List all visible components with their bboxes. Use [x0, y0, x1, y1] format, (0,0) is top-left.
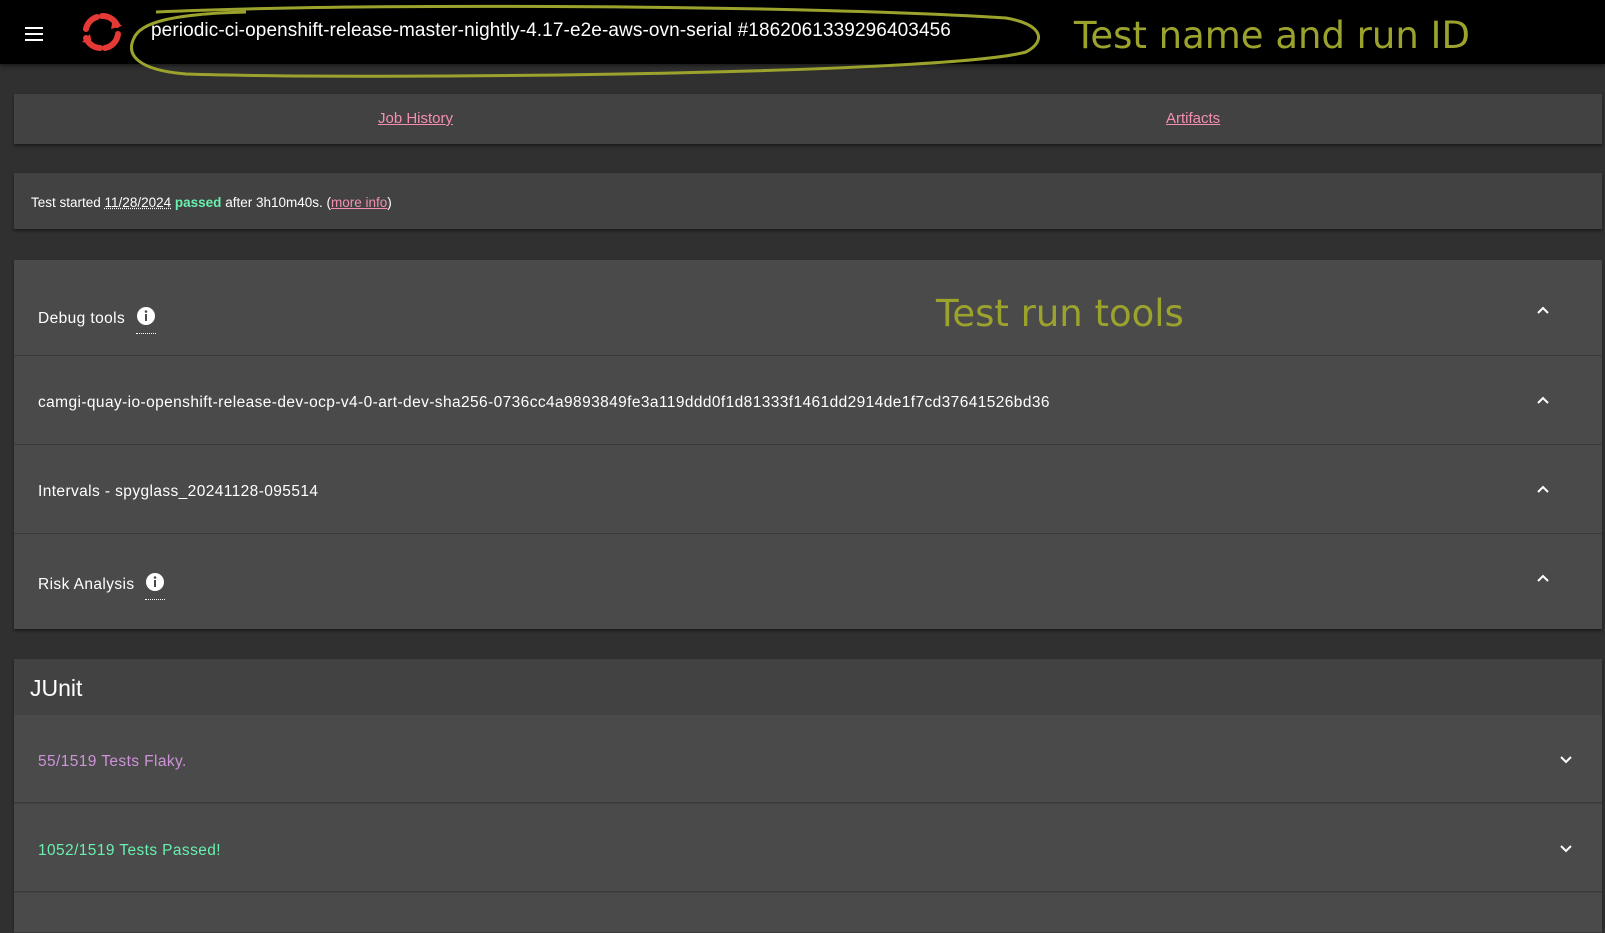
- junit-flaky-row[interactable]: 55/1519 Tests Flaky.: [14, 715, 1602, 803]
- junit-passed-row[interactable]: 1052/1519 Tests Passed!: [14, 804, 1602, 892]
- status-duration: after 3h10m40s. (: [225, 195, 331, 210]
- junit-title: JUnit: [30, 675, 83, 701]
- app-bar: periodic-ci-openshift-release-master-nig…: [0, 0, 1605, 64]
- status-prefix: Test started: [31, 195, 101, 210]
- more-info-link[interactable]: more info: [331, 195, 387, 210]
- chevron-up-icon[interactable]: [1535, 570, 1551, 586]
- risk-analysis-label: Risk Analysis: [38, 576, 135, 593]
- job-title: periodic-ci-openshift-release-master-nig…: [151, 20, 951, 41]
- menu-icon[interactable]: [22, 22, 46, 46]
- passed-summary: 1052/1519 Tests Passed!: [38, 842, 221, 859]
- job-links-bar: Job History Artifacts: [14, 94, 1602, 144]
- status-result: passed: [174, 195, 222, 210]
- openshift-ci-logo[interactable]: [80, 12, 124, 52]
- status-suffix: ): [387, 195, 392, 210]
- test-status-bar: Test started 11/28/2024 passed after 3h1…: [14, 173, 1602, 229]
- chevron-up-icon[interactable]: [1535, 392, 1551, 408]
- job-history-link[interactable]: Job History: [378, 110, 453, 127]
- annotation-label-title: Test name and run ID: [1074, 14, 1470, 57]
- chevron-down-icon[interactable]: [1558, 840, 1574, 856]
- chevron-down-icon[interactable]: [1558, 751, 1574, 767]
- camgi-label: camgi-quay-io-openshift-release-dev-ocp-…: [38, 394, 1050, 411]
- accordion-intervals[interactable]: Intervals - spyglass_20241128-095514: [14, 445, 1602, 534]
- flaky-summary: 55/1519 Tests Flaky.: [38, 753, 187, 770]
- chevron-up-icon[interactable]: [1535, 481, 1551, 497]
- artifacts-link[interactable]: Artifacts: [1166, 110, 1220, 127]
- test-run-tools: Debug tools camgi-quay-io-openshift-rele…: [14, 260, 1602, 629]
- info-icon[interactable]: [135, 306, 156, 334]
- accordion-risk-analysis[interactable]: Risk Analysis: [14, 534, 1602, 629]
- junit-section: JUnit 55/1519 Tests Flaky. 1052/1519 Tes…: [14, 659, 1602, 933]
- info-icon[interactable]: [145, 572, 166, 600]
- junit-next-row[interactable]: [14, 893, 1602, 933]
- debug-tools-label: Debug tools: [38, 310, 126, 327]
- accordion-debug-tools[interactable]: Debug tools: [14, 260, 1602, 356]
- accordion-camgi[interactable]: camgi-quay-io-openshift-release-dev-ocp-…: [14, 356, 1602, 445]
- status-date: 11/28/2024: [104, 195, 172, 210]
- intervals-label: Intervals - spyglass_20241128-095514: [38, 483, 319, 500]
- chevron-up-icon[interactable]: [1535, 302, 1551, 318]
